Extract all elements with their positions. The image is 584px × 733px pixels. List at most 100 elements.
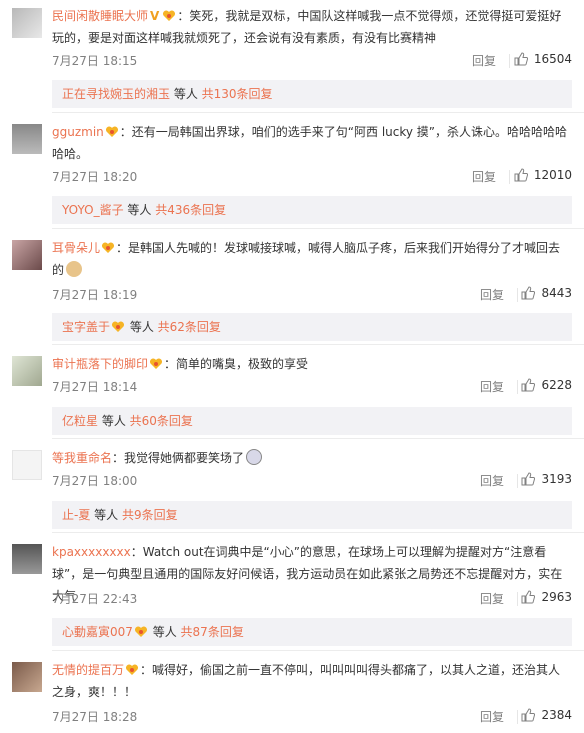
like-count: 6228 (541, 378, 572, 392)
reply-user-link[interactable]: 止-夏 (62, 508, 90, 522)
reply-button[interactable]: 回复 (472, 168, 496, 185)
reply-summary[interactable]: 止-夏 等人 共9条回复 (52, 501, 572, 529)
thumbs-up-icon (521, 378, 536, 392)
comment-text-block: 审计瓶落下的脚印 ：简单的嘴臭，极致的享受 (52, 353, 572, 375)
separator (517, 288, 518, 302)
like-button[interactable]: 2384 (521, 708, 572, 722)
reply-button[interactable]: 回复 (480, 472, 504, 489)
thumbs-up-icon (514, 168, 528, 182)
separator (509, 170, 510, 184)
reply-user-link[interactable]: 正在寻找婉玉的湘玉 (62, 87, 170, 101)
reply-count-link[interactable]: 共130条回复 (202, 87, 273, 101)
reply-count-link[interactable]: 共9条回复 (122, 508, 178, 522)
timestamp: 7月27日 18:14 (52, 380, 138, 394)
comment-text-block: gguzmin ：还有一局韩国出界球，咱们的选手来了句“阿西 lucky 摸”，杀… (52, 121, 572, 165)
avatar[interactable] (12, 240, 42, 270)
timestamp: 7月27日 22:43 (52, 592, 138, 606)
username-link[interactable]: 无情的提百万 (52, 663, 124, 677)
username-link[interactable]: kpaxxxxxxxx (52, 545, 131, 559)
reply-mid-text: 等人 (90, 508, 122, 522)
reply-count-link[interactable]: 共87条回复 (181, 625, 244, 639)
separator (517, 710, 518, 724)
comment-meta: 7月27日 18:15 回复 16504 (52, 52, 572, 70)
thumbs-up-icon (521, 590, 536, 604)
avatar[interactable] (12, 544, 42, 574)
heart-badge-icon (105, 126, 118, 137)
comment-meta: 7月27日 18:14 回复 6228 (52, 378, 572, 396)
reply-count-link[interactable]: 共436条回复 (155, 203, 226, 217)
avatar[interactable] (12, 356, 42, 386)
thumbs-up-icon (514, 52, 528, 66)
reply-button[interactable]: 回复 (480, 708, 504, 725)
like-button[interactable]: 3193 (521, 472, 572, 486)
reply-user-link[interactable]: 心動嘉寅007 (62, 625, 133, 639)
timestamp: 7月27日 18:19 (52, 288, 138, 302)
reply-user-link[interactable]: YOYO_酱子 (62, 203, 124, 217)
reply-mid-text: 等人 (126, 320, 158, 334)
comment-body: ：还有一局韩国出界球，咱们的选手来了句“阿西 lucky 摸”，杀人诛心。哈哈哈… (52, 125, 568, 161)
comment-meta: 7月27日 18:28 回复 2384 (52, 708, 572, 726)
like-count: 12010 (533, 168, 572, 182)
like-count: 16504 (533, 52, 572, 66)
comment-text-block: 等我重命名：我觉得她俩都要笑场了 (52, 447, 572, 469)
heart-badge-icon (112, 321, 125, 332)
divider (52, 228, 584, 229)
divider (52, 112, 584, 113)
username-link[interactable]: gguzmin (52, 125, 104, 139)
avatar[interactable] (12, 124, 42, 154)
timestamp: 7月27日 18:28 (52, 710, 138, 724)
reply-count-link[interactable]: 共60条回复 (130, 414, 193, 428)
reply-count-link[interactable]: 共62条回复 (158, 320, 221, 334)
reply-user-link[interactable]: 亿粒星 (62, 414, 98, 428)
comment-body: ：是韩国人先喊的！发球喊接球喊，喊得人脑瓜子疼，后来我们开始得分了才喊回去的 (52, 241, 561, 277)
divider (52, 344, 584, 345)
reply-summary[interactable]: 亿粒星 等人 共60条回复 (52, 407, 572, 435)
reply-mid-text: 等人 (98, 414, 130, 428)
dizzy-emoji-icon (246, 449, 263, 465)
heart-badge-icon (102, 242, 115, 253)
thumbs-up-icon (521, 708, 536, 722)
thumbs-up-icon (521, 286, 536, 300)
comment-text-block: 民间闲散睡眠大师 V ：笑死，我就是双标，中国队这样喊我一点不觉得烦，还觉得挺可爱挺… (52, 5, 572, 49)
like-button[interactable]: 8443 (521, 286, 572, 300)
timestamp: 7月27日 18:15 (52, 54, 138, 68)
heart-badge-icon (163, 10, 176, 21)
reply-mid-text: 等人 (123, 203, 156, 217)
reply-button[interactable]: 回复 (480, 378, 504, 395)
like-count: 2384 (541, 708, 572, 722)
like-count: 2963 (541, 590, 572, 604)
reply-summary[interactable]: 正在寻找婉玉的湘玉 等人 共130条回复 (52, 80, 572, 108)
like-button[interactable]: 12010 (514, 168, 572, 182)
separator (517, 592, 518, 606)
reply-summary[interactable]: 心動嘉寅007 等人 共87条回复 (52, 618, 572, 646)
username-link[interactable]: 审计瓶落下的脚印 (52, 357, 148, 371)
avatar[interactable] (12, 450, 42, 480)
reply-mid-text: 等人 (148, 625, 181, 639)
timestamp: 7月27日 18:00 (52, 474, 138, 488)
like-button[interactable]: 2963 (521, 590, 572, 604)
comment-meta: 7月27日 22:43 回复 2963 (52, 590, 572, 608)
reply-button[interactable]: 回复 (472, 52, 496, 69)
username-link[interactable]: 耳骨朵儿 (52, 241, 100, 255)
separator (517, 380, 518, 394)
separator (509, 54, 510, 68)
reply-user-link[interactable]: 宝字盖于 (62, 320, 110, 334)
like-button[interactable]: 6228 (521, 378, 572, 392)
like-count: 8443 (541, 286, 572, 300)
divider (52, 438, 584, 439)
avatar[interactable] (12, 8, 42, 38)
reply-summary[interactable]: YOYO_酱子 等人 共436条回复 (52, 196, 572, 224)
reply-button[interactable]: 回复 (480, 286, 504, 303)
reply-button[interactable]: 回复 (480, 590, 504, 607)
avatar[interactable] (12, 662, 42, 692)
divider (52, 532, 584, 533)
like-button[interactable]: 16504 (514, 52, 572, 66)
heart-badge-icon (126, 664, 139, 675)
reply-summary[interactable]: 宝字盖于 等人 共62条回复 (52, 313, 572, 341)
username-link[interactable]: 民间闲散睡眠大师 (52, 9, 148, 23)
timestamp: 7月27日 18:20 (52, 170, 138, 184)
username-link[interactable]: 等我重命名 (52, 451, 112, 465)
vip-badge-icon: V (150, 9, 160, 23)
reply-mid-text: 等人 (170, 87, 202, 101)
comment-meta: 7月27日 18:19 回复 8443 (52, 286, 572, 304)
